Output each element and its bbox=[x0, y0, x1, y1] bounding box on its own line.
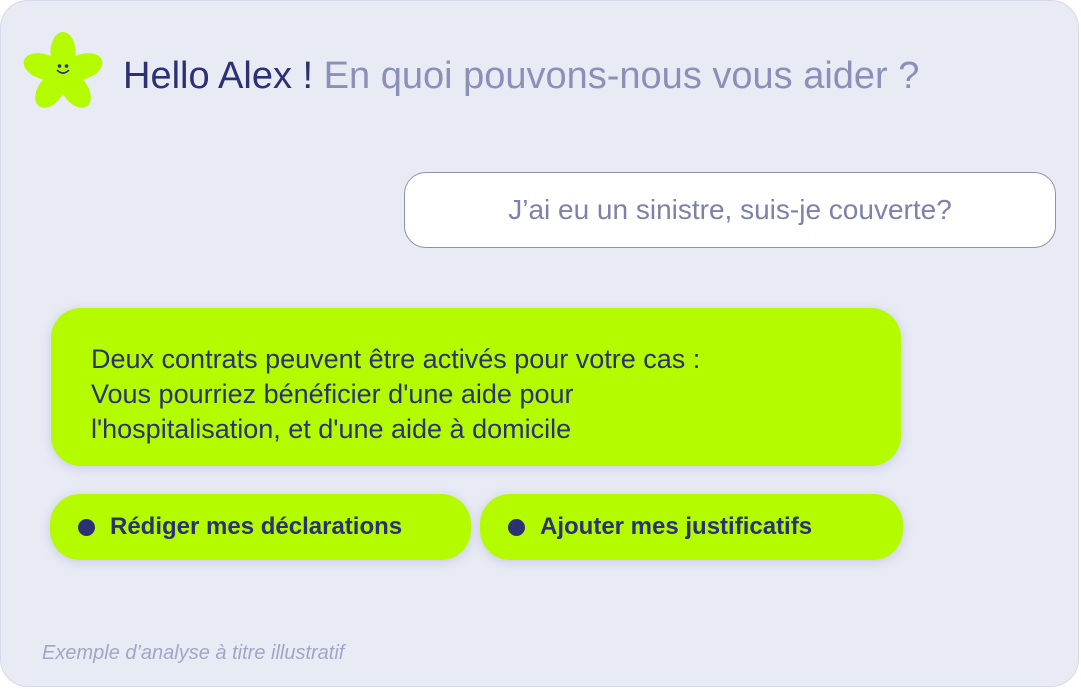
bullet-dot-icon bbox=[78, 518, 95, 536]
chat-card: Hello Alex ! En quoi pouvons-nous vous a… bbox=[0, 0, 1079, 687]
add-documents-button[interactable]: Ajouter mes justificatifs bbox=[480, 494, 903, 560]
assistant-message-bubble: Deux contrats peuvent être activés pour … bbox=[51, 308, 901, 466]
write-declarations-label: Rédiger mes déclarations bbox=[110, 513, 403, 540]
illustrative-disclaimer: Exemple d’analyse à titre illustratif bbox=[42, 642, 345, 664]
write-declarations-button[interactable]: Rédiger mes déclarations bbox=[50, 494, 471, 560]
bullet-dot-icon bbox=[508, 518, 525, 536]
greeting-text: Hello Alex ! bbox=[123, 55, 314, 97]
user-message-text: J’ai eu un sinistre, suis-je couverte? bbox=[508, 194, 952, 225]
assistant-message-line: Deux contrats peuvent être activés pour … bbox=[91, 344, 701, 374]
user-message-bubble: J’ai eu un sinistre, suis-je couverte? bbox=[404, 172, 1056, 248]
page-title: Hello Alex ! En quoi pouvons-nous vous a… bbox=[123, 53, 919, 99]
help-question-text: En quoi pouvons-nous vous aider ? bbox=[323, 55, 920, 97]
assistant-message-line: l'hospitalisation, et d'une aide à domic… bbox=[91, 414, 572, 444]
assistant-message-line: Vous pourriez bénéficier d'une aide pour bbox=[91, 379, 574, 409]
smiling-flower-mascot-icon bbox=[19, 31, 107, 115]
add-documents-label: Ajouter mes justificatifs bbox=[540, 513, 813, 540]
